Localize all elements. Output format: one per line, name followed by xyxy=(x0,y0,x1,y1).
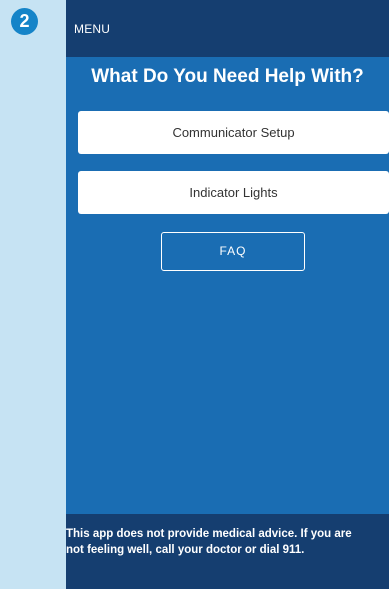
step-number-badge: 2 xyxy=(11,8,38,35)
communicator-setup-button[interactable]: Communicator Setup xyxy=(78,111,389,154)
footer: This app does not provide medical advice… xyxy=(66,514,389,589)
medical-disclaimer: This app does not provide medical advice… xyxy=(66,528,352,556)
app-screen: MENU What Do You Need Help With? Communi… xyxy=(66,0,389,589)
indicator-lights-button[interactable]: Indicator Lights xyxy=(78,171,389,214)
faq-button[interactable]: FAQ xyxy=(161,232,305,271)
menu-button[interactable]: MENU xyxy=(74,22,110,36)
page-title: What Do You Need Help With? xyxy=(91,66,364,87)
top-bar: MENU xyxy=(66,0,389,57)
